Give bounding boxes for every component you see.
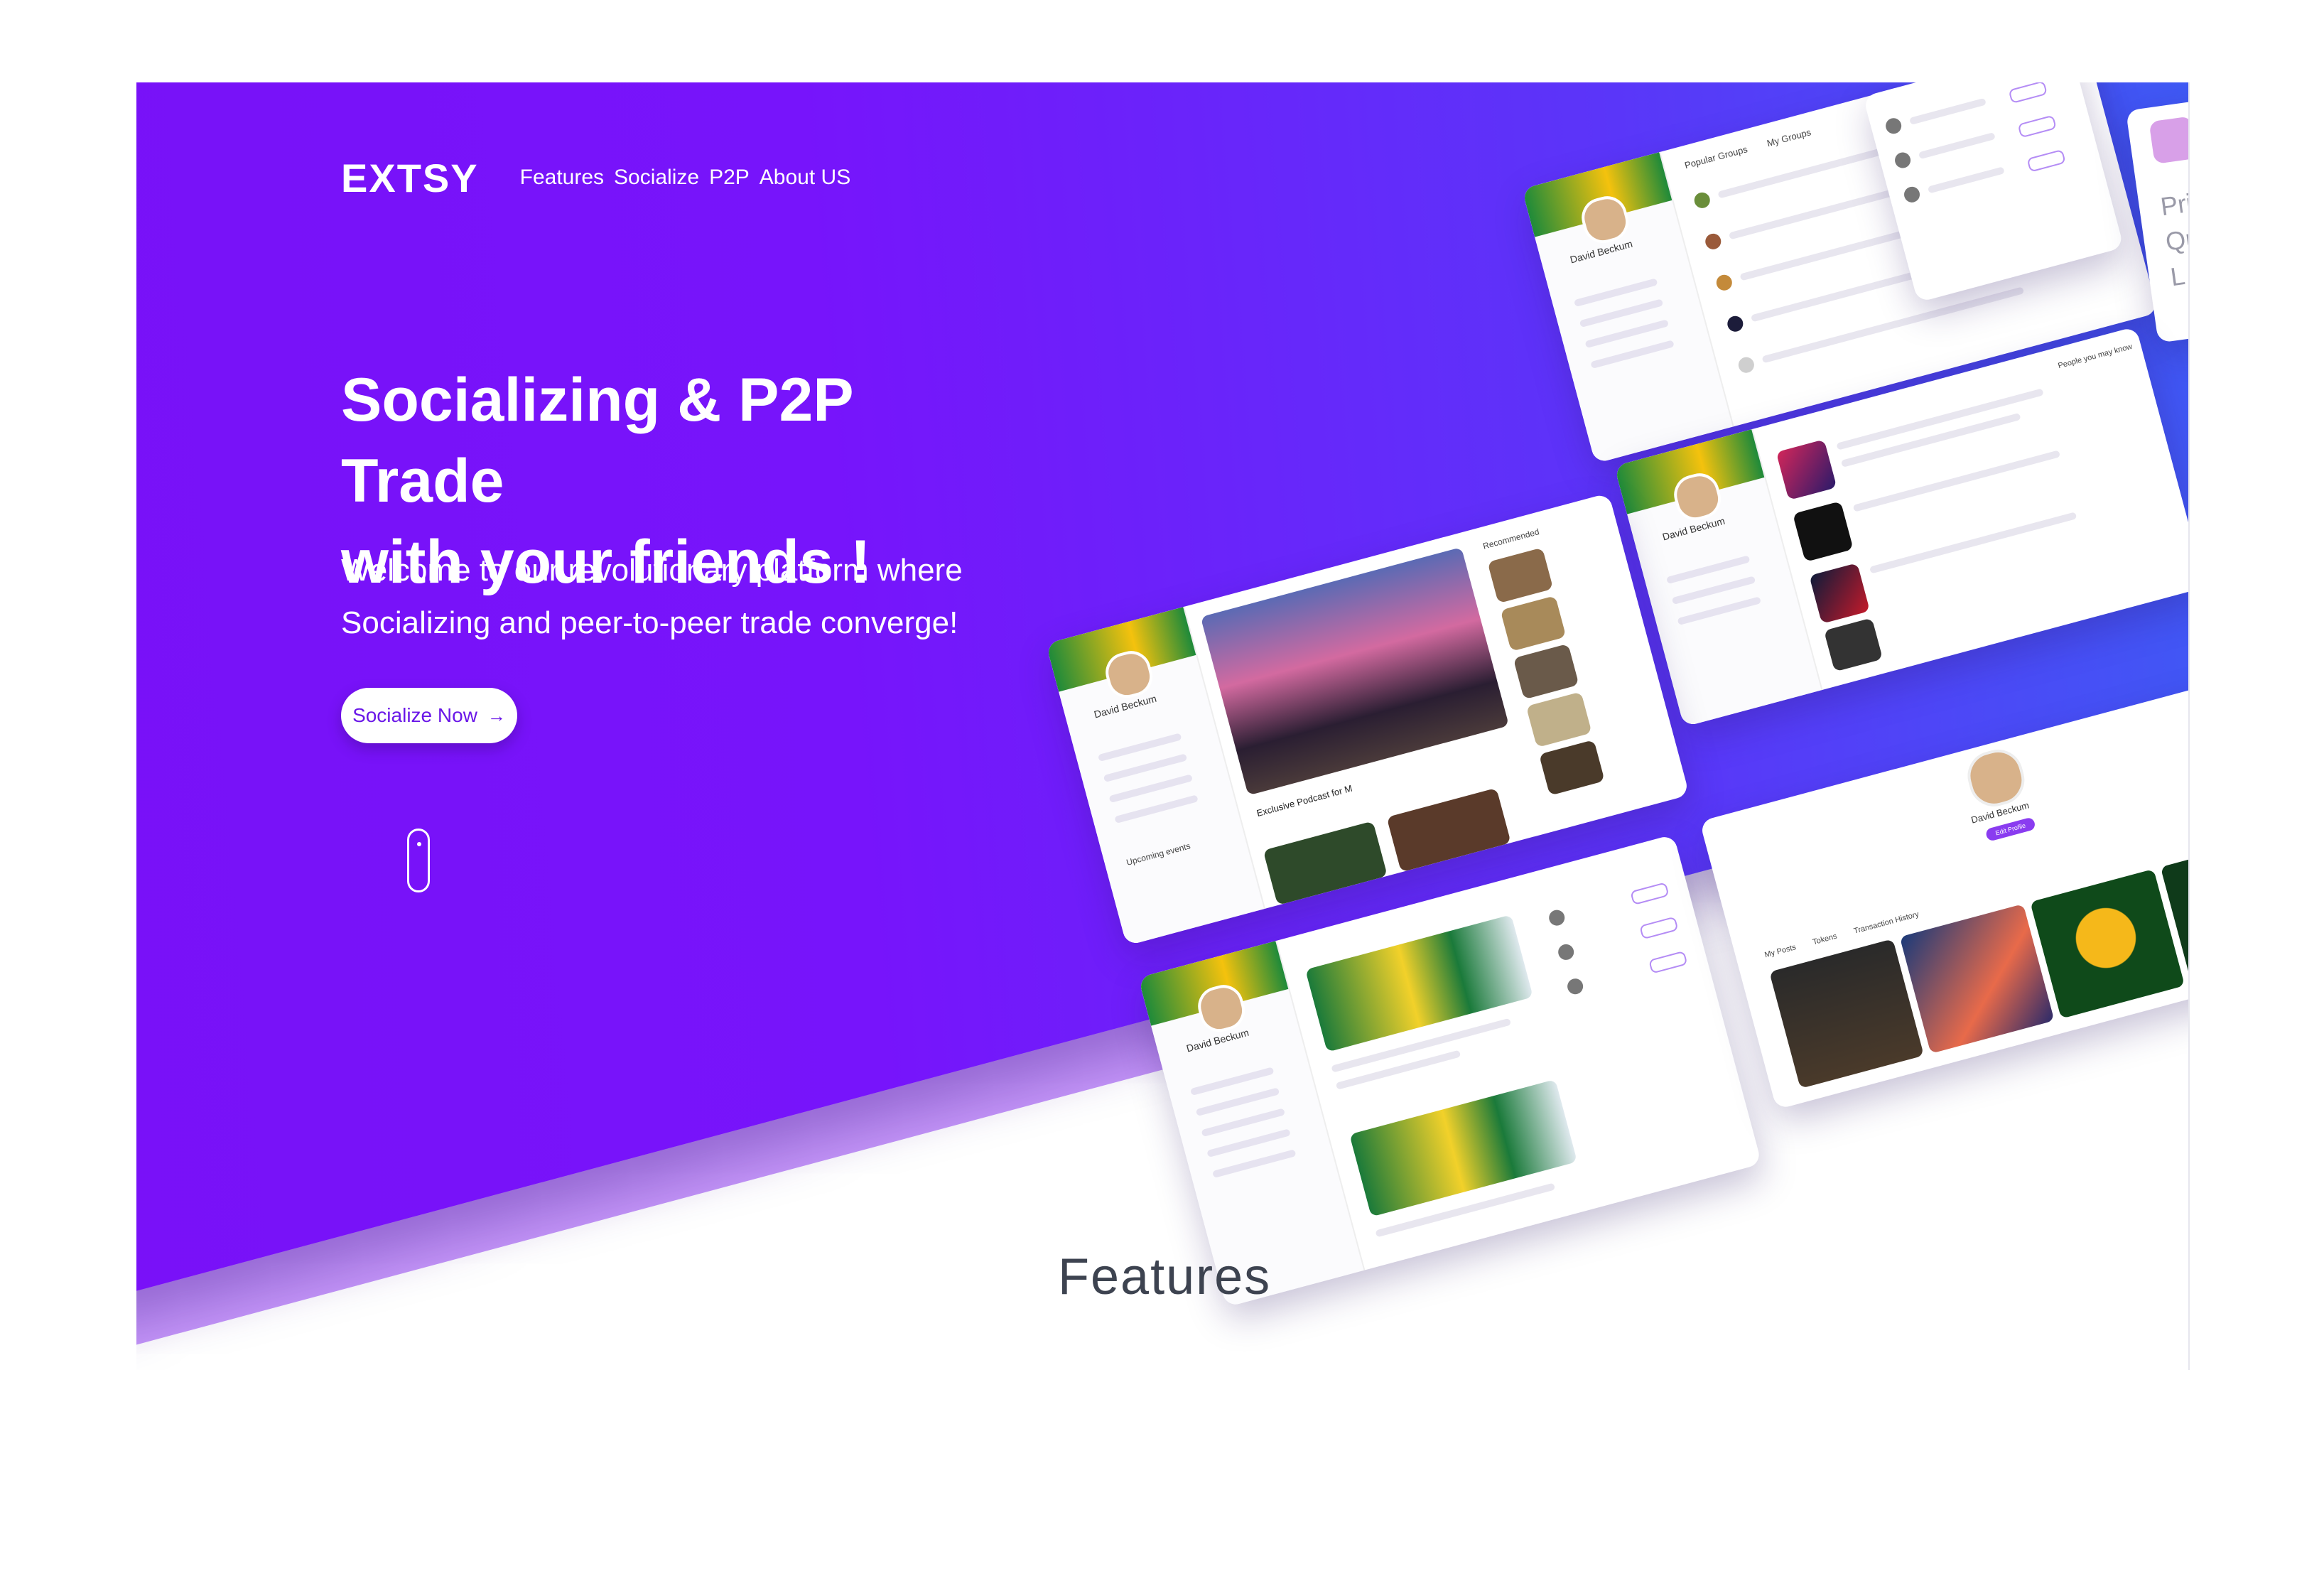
top-nav: EXTSY Features Socialize P2P About US <box>341 155 860 201</box>
person-avatar <box>1556 942 1576 962</box>
podcast-thumbnail <box>1513 643 1579 700</box>
hero-subtitle-line2: Socializing and peer-to-peer trade conve… <box>341 605 958 640</box>
person-row <box>1918 132 1996 160</box>
socialize-now-label: Socialize Now <box>352 704 477 726</box>
nft-thumbnail <box>1899 904 2055 1054</box>
group-row <box>1761 286 2025 364</box>
podcast-thumbnail <box>1500 595 1567 652</box>
invite-button <box>2008 82 2048 104</box>
hero-subtitle-line1: Welcome to our revolutionary platform wh… <box>341 553 963 588</box>
sidebar-row <box>1677 596 1762 626</box>
mouse-wheel <box>417 842 421 846</box>
page-frame: EXTSY Features Socialize P2P About US So… <box>136 82 2190 1370</box>
tab-my-posts: My Posts <box>1763 943 1798 960</box>
sidebar-row <box>1590 340 1675 369</box>
post-thumbnail <box>1792 501 1854 562</box>
invite-button <box>1648 950 1688 974</box>
scroll-mouse-icon[interactable] <box>407 829 430 892</box>
nav-socialize[interactable]: Socialize <box>614 166 699 190</box>
person-avatar <box>1902 185 1922 205</box>
features-heading: Features <box>1058 1248 1272 1305</box>
groups-tab-popular: Popular Groups <box>1683 144 1749 171</box>
post-thumbnail <box>1823 617 1883 672</box>
hero-subtitle: Welcome to our revolutionary platform wh… <box>341 544 980 649</box>
tab-transaction-history: Transaction History <box>1852 910 1920 936</box>
invite-button <box>1630 882 1670 906</box>
pricing-partial-line3: L <box>2168 260 2187 292</box>
pricing-partial-line1: Pric <box>2158 186 2190 222</box>
person-avatar <box>1547 908 1567 928</box>
group-avatar <box>1736 355 1756 375</box>
person-avatar <box>1893 151 1913 171</box>
socialize-now-button[interactable]: Socialize Now → <box>341 688 517 743</box>
nft-thumbnail <box>2030 868 2185 1019</box>
person-avatar <box>1883 116 1903 136</box>
group-avatar <box>1725 314 1745 334</box>
upcoming-events-label: Upcoming events <box>1125 841 1191 868</box>
nav-features[interactable]: Features <box>520 166 604 190</box>
groups-tab-mine: My Groups <box>1766 126 1812 149</box>
post-thumbnail <box>1776 439 1837 501</box>
invite-button <box>2017 114 2057 139</box>
event-banner <box>1349 1079 1578 1217</box>
sidebar-row <box>1212 1149 1297 1179</box>
group-avatar <box>1692 190 1712 210</box>
event-banner <box>1305 914 1533 1052</box>
post-line <box>1852 450 2061 512</box>
tab-tokens: Tokens <box>1812 932 1838 947</box>
avatar <box>2149 116 2190 165</box>
nft-thumbnail <box>1769 939 1925 1089</box>
brand-logo[interactable]: EXTSY <box>341 155 479 201</box>
event-line <box>1335 1049 1461 1090</box>
recommended-label: Recommended <box>1481 527 1540 551</box>
sidebar-row <box>1114 794 1199 824</box>
person-row <box>1909 97 1987 125</box>
nav-about-us[interactable]: About US <box>760 166 850 190</box>
person-row <box>1927 166 2005 194</box>
post-thumbnail <box>1809 563 1871 624</box>
pricing-partial-line2: Qu <box>2163 222 2190 257</box>
frame-border <box>2188 82 2190 1370</box>
people-you-may-know-label: People you may know <box>2057 342 2134 371</box>
podcast-thumbnail <box>1487 547 1554 604</box>
invite-button <box>2026 149 2066 173</box>
edit-profile-button: Edit Profile <box>1984 816 2036 842</box>
arrow-right-icon: → <box>487 704 506 726</box>
invite-button <box>1639 916 1679 940</box>
hero-title-line1: Socializing & P2P Trade <box>341 366 853 515</box>
person-avatar <box>1565 976 1585 996</box>
group-avatar <box>1714 273 1734 293</box>
group-avatar <box>1703 232 1723 252</box>
podcast-thumbnail <box>1525 691 1592 748</box>
nav-p2p[interactable]: P2P <box>709 166 750 190</box>
podcast-thumbnail <box>1538 739 1605 796</box>
post-line <box>1869 512 2077 574</box>
